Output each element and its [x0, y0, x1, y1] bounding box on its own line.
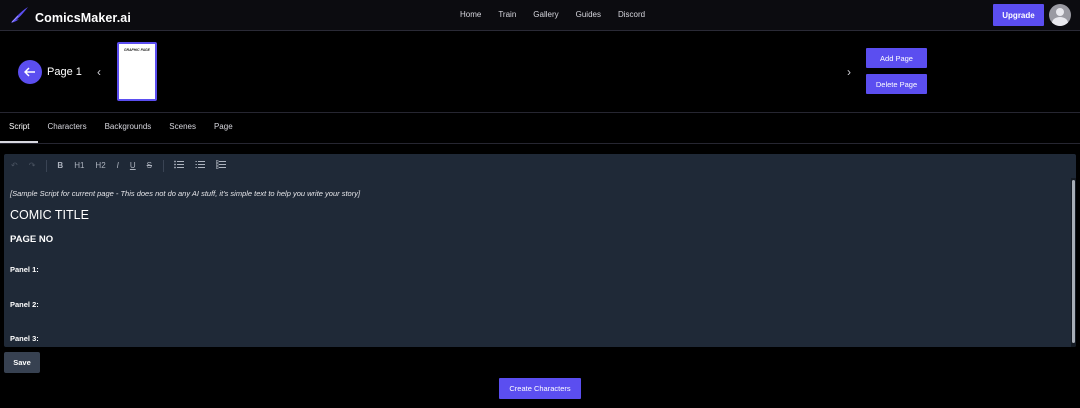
quill-icon: [9, 6, 29, 29]
panel-1-label: Panel 1:: [10, 265, 39, 274]
tab-script[interactable]: Script: [0, 113, 39, 143]
user-avatar-icon[interactable]: [1049, 4, 1071, 26]
nav-discord[interactable]: Discord: [618, 10, 645, 19]
divider: [0, 143, 1080, 144]
heading2-button[interactable]: H2: [95, 161, 105, 171]
italic-button[interactable]: I: [117, 161, 119, 171]
checklist-icon[interactable]: [216, 160, 227, 172]
tab-backgrounds[interactable]: Backgrounds: [96, 113, 161, 143]
panel-3-label: Panel 3:: [10, 334, 39, 343]
comic-title: COMIC TITLE: [10, 208, 89, 222]
bold-button[interactable]: B: [57, 161, 63, 171]
underline-button[interactable]: U: [130, 161, 136, 171]
nav-home[interactable]: Home: [460, 10, 481, 19]
thumbnail-text: GRAPHIC PAGE: [124, 48, 150, 52]
undo-icon[interactable]: ↶: [11, 161, 18, 171]
add-page-button[interactable]: Add Page: [866, 48, 927, 68]
page-thumbnail[interactable]: GRAPHIC PAGE: [117, 42, 157, 101]
ordered-list-icon[interactable]: [195, 160, 206, 172]
create-characters-button[interactable]: Create Characters: [499, 378, 581, 399]
bullet-list-icon[interactable]: [174, 160, 185, 172]
editor-scrollbar[interactable]: [1071, 178, 1076, 347]
nav-train[interactable]: Train: [498, 10, 516, 19]
script-editor[interactable]: ↶ ↷ B H1 H2 I U S [Sample Script for cur…: [4, 154, 1076, 347]
editor-toolbar: ↶ ↷ B H1 H2 I U S: [4, 154, 1076, 178]
scrollbar-thumb[interactable]: [1072, 180, 1075, 343]
brand[interactable]: ComicsMaker.ai: [9, 6, 131, 29]
main-nav: Home Train Gallery Guides Discord: [460, 10, 662, 19]
sample-script-note: [Sample Script for current page - This d…: [10, 189, 361, 198]
brand-name: ComicsMaker.ai: [35, 10, 131, 25]
tab-bar: Script Characters Backgrounds Scenes Pag…: [0, 113, 242, 143]
toolbar-separator: [163, 160, 165, 172]
toolbar-separator: [46, 160, 48, 172]
delete-page-button[interactable]: Delete Page: [866, 74, 927, 94]
heading1-button[interactable]: H1: [74, 161, 84, 171]
page-number-heading: PAGE NO: [10, 234, 54, 245]
nav-gallery[interactable]: Gallery: [533, 10, 558, 19]
tab-characters[interactable]: Characters: [38, 113, 95, 143]
nav-guides[interactable]: Guides: [576, 10, 601, 19]
chevron-left-icon[interactable]: ‹: [97, 65, 101, 79]
top-nav-bar: ComicsMaker.ai Home Train Gallery Guides…: [0, 0, 1080, 31]
chevron-right-icon[interactable]: ›: [847, 65, 851, 79]
tab-page[interactable]: Page: [205, 113, 242, 143]
panel-2-label: Panel 2:: [10, 300, 39, 309]
upgrade-button[interactable]: Upgrade: [993, 4, 1044, 26]
tab-scenes[interactable]: Scenes: [160, 113, 205, 143]
strikethrough-button[interactable]: S: [147, 161, 152, 171]
page-label: Page 1: [47, 66, 82, 78]
arrow-left-icon: [24, 67, 35, 77]
redo-icon[interactable]: ↷: [29, 161, 36, 171]
back-button[interactable]: [18, 60, 42, 84]
save-button[interactable]: Save: [4, 352, 40, 373]
